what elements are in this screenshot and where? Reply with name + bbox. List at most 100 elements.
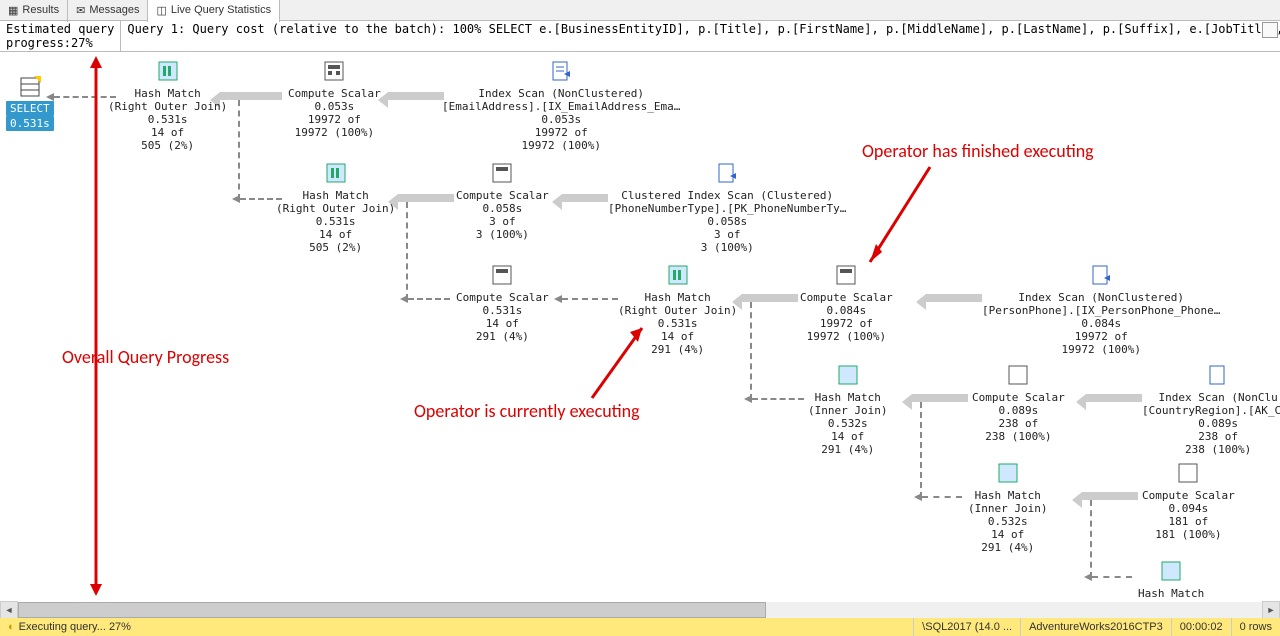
connector xyxy=(562,194,608,202)
op-sub: (Right Outer Join) xyxy=(276,202,395,215)
index-scan-icon xyxy=(1090,264,1112,286)
op-sub: [PhoneNumberType].[PK_PhoneNumberTy… xyxy=(608,202,846,215)
scroll-track[interactable] xyxy=(18,602,1262,618)
hash-match-icon xyxy=(325,162,347,184)
scroll-thumb[interactable] xyxy=(18,602,766,618)
connector xyxy=(1090,500,1092,578)
status-time: 00:00:02 xyxy=(1171,618,1231,636)
op-time: 0.089s xyxy=(1198,417,1238,430)
index-scan-operator[interactable]: Index Scan (NonClu [CountryRegion].[AK_C… xyxy=(1142,364,1280,456)
index-scan-operator[interactable]: Index Scan (NonClustered) [PersonPhone].… xyxy=(982,264,1220,356)
compute-scalar-operator[interactable]: Compute Scalar 0.084s 19972 of 19972 (10… xyxy=(800,264,893,343)
op-time: 0.531s xyxy=(148,113,188,126)
hash-match-operator[interactable]: Hash Match xyxy=(1138,560,1204,600)
tab-messages[interactable]: ✉Messages xyxy=(68,0,148,22)
connector xyxy=(1092,576,1132,578)
op-pct: 238 (100%) xyxy=(1185,443,1251,456)
op-title: Compute Scalar xyxy=(800,291,893,304)
op-title: Clustered Index Scan (Clustered) xyxy=(621,189,833,202)
status-exec: ◐Executing query... 27% xyxy=(0,618,139,636)
op-sub: (Right Outer Join) xyxy=(618,304,737,317)
op-time: 0.084s xyxy=(826,304,866,317)
op-pct: 3 (100%) xyxy=(476,228,529,241)
connector xyxy=(408,298,450,300)
op-time: 0.053s xyxy=(541,113,581,126)
op-title: Hash Match xyxy=(134,87,200,100)
op-title: Compute Scalar xyxy=(456,189,549,202)
result-tabs: ▦Results ✉Messages ◫ Live Query Statistic… xyxy=(0,0,1280,21)
op-title: Index Scan (NonClustered) xyxy=(478,87,644,100)
hash-match-icon xyxy=(997,462,1019,484)
hash-match-operator[interactable]: Hash Match (Inner Join) 0.532s 14 of 291… xyxy=(968,462,1047,554)
op-title: Hash Match xyxy=(975,489,1041,502)
connector xyxy=(54,96,116,98)
op-count: 19972 of xyxy=(1075,330,1128,343)
tab-live-query-stats[interactable]: ◫ Live Query Statistics xyxy=(148,0,280,22)
compute-scalar-operator[interactable]: Compute Scalar 0.094s 181 of 181 (100%) xyxy=(1142,462,1235,541)
op-pct: 19972 (100%) xyxy=(807,330,886,343)
op-count: 14 of xyxy=(661,330,694,343)
op-title: Index Scan (NonClustered) xyxy=(1018,291,1184,304)
op-pct: 19972 (100%) xyxy=(295,126,374,139)
status-text: Executing query... 27% xyxy=(19,621,131,633)
scroll-left-button[interactable]: ◄ xyxy=(0,601,18,619)
op-pct: 505 (2%) xyxy=(309,241,362,254)
op-count: 14 of xyxy=(831,430,864,443)
arrow-icon xyxy=(860,162,940,275)
index-scan-icon xyxy=(1207,364,1229,386)
op-time: 0.531s xyxy=(482,304,522,317)
execution-plan-canvas[interactable]: SELECT 0.531s Hash Match (Right Outer Jo… xyxy=(0,52,1280,618)
op-title: Compute Scalar xyxy=(1142,489,1235,502)
connector xyxy=(562,298,618,300)
op-pct: 238 (100%) xyxy=(985,430,1051,443)
connector xyxy=(406,202,408,300)
op-count: 3 of xyxy=(489,215,516,228)
connector xyxy=(926,294,982,302)
op-title: Hash Match xyxy=(302,189,368,202)
connector xyxy=(398,194,454,202)
status-db: AdventureWorks2016CTP3 xyxy=(1020,618,1171,636)
tab-results[interactable]: ▦Results xyxy=(0,0,68,22)
op-title: Compute Scalar xyxy=(972,391,1065,404)
hash-match-icon xyxy=(667,264,689,286)
compute-scalar-icon xyxy=(491,162,513,184)
select-operator[interactable]: SELECT 0.531s xyxy=(6,76,54,131)
horizontal-scrollbar[interactable]: ◄ ► xyxy=(0,602,1280,618)
query-text: Query 1: Query cost (relative to the bat… xyxy=(121,21,1280,51)
op-time: 0.084s xyxy=(1081,317,1121,330)
op-time: 0.058s xyxy=(707,215,747,228)
op-count: 19972 of xyxy=(820,317,873,330)
compute-scalar-operator[interactable]: Compute Scalar 0.058s 3 of 3 (100%) xyxy=(456,162,549,241)
hash-match-operator[interactable]: Hash Match (Right Outer Join) 0.531s 14 … xyxy=(108,60,227,152)
op-sub: [EmailAddress].[IX_EmailAddress_Ema… xyxy=(442,100,680,113)
scroll-right-button[interactable]: ► xyxy=(1262,601,1280,619)
hash-match-operator[interactable]: Hash Match (Right Outer Join) 0.531s 14 … xyxy=(276,162,395,254)
tab-label: Live Query Statistics xyxy=(171,4,271,16)
compute-scalar-operator[interactable]: Compute Scalar 0.089s 238 of 238 (100%) xyxy=(972,364,1065,443)
op-pct: 19972 (100%) xyxy=(1061,343,1140,356)
select-time: 0.531s xyxy=(6,116,54,131)
hash-match-icon xyxy=(157,60,179,82)
hash-match-operator[interactable]: Hash Match (Inner Join) 0.532s 14 of 291… xyxy=(808,364,887,456)
compute-scalar-operator[interactable]: Compute Scalar 0.531s 14 of 291 (4%) xyxy=(456,264,549,343)
status-server: \SQL2017 (14.0 ... xyxy=(913,618,1020,636)
compute-scalar-operator[interactable]: Compute Scalar 0.053s 19972 of 19972 (10… xyxy=(288,60,381,139)
op-title: Hash Match xyxy=(644,291,710,304)
connector xyxy=(1086,394,1142,402)
compute-scalar-icon xyxy=(323,60,345,82)
op-title: Hash Match xyxy=(1138,587,1204,600)
op-count: 238 of xyxy=(1198,430,1238,443)
connector xyxy=(742,294,798,302)
annotation-finished: Operator has finished executing xyxy=(862,140,1094,162)
index-scan-operator[interactable]: Index Scan (NonClustered) [EmailAddress]… xyxy=(442,60,680,152)
tab-label: Messages xyxy=(89,4,139,16)
stats-icon: ◫ xyxy=(156,4,166,17)
clustered-index-scan-operator[interactable]: Clustered Index Scan (Clustered) [PhoneN… xyxy=(608,162,846,254)
hash-match-icon xyxy=(837,364,859,386)
op-count: 19972 of xyxy=(308,113,361,126)
op-pct: 291 (4%) xyxy=(821,443,874,456)
connector xyxy=(922,496,962,498)
connector xyxy=(388,92,444,100)
connector xyxy=(920,402,922,498)
op-time: 0.531s xyxy=(316,215,356,228)
